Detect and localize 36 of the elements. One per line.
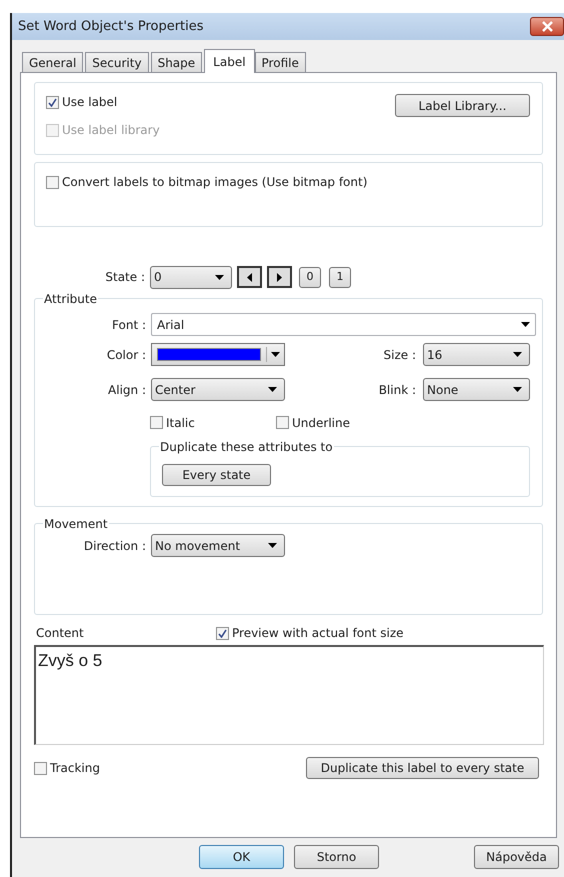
label-library-button[interactable]: Label Library... <box>395 94 530 117</box>
checkbox-label: Preview with actual font size <box>232 625 404 642</box>
direction-label: Direction : <box>82 538 146 554</box>
font-combo-box[interactable]: Arial <box>151 313 536 336</box>
dialog-button[interactable]: Storno <box>294 845 379 869</box>
tab[interactable]: Label <box>204 49 255 73</box>
checkbox-label: Italic <box>166 414 195 432</box>
size-dropdown[interactable]: 16 <box>423 343 530 366</box>
every-state-button[interactable]: Every state <box>162 464 271 486</box>
tab[interactable]: Shape <box>150 52 202 72</box>
direction-dropdown[interactable]: No movement <box>151 534 285 557</box>
align-label: Align : <box>107 382 146 398</box>
tab[interactable]: General <box>22 52 84 72</box>
checkbox-label: Convert labels to bitmap images (Use bitmap font) <box>62 174 368 191</box>
font-label: Font : <box>111 316 146 334</box>
window-title: Set Word Object's Properties <box>18 18 204 36</box>
dialog-button[interactable]: Nápověda <box>474 845 559 869</box>
checkbox-label: Underline <box>292 414 350 432</box>
tab[interactable]: Profile <box>254 52 306 72</box>
align-dropdown[interactable]: Center <box>151 378 285 401</box>
size-label: Size : <box>384 346 416 364</box>
state-number-button[interactable]: 1 <box>329 266 351 288</box>
dialog-button[interactable]: OK <box>199 845 284 869</box>
blink-label: Blink : <box>378 382 416 398</box>
checkbox-label: Use label <box>62 94 118 111</box>
duplicate-label-button[interactable]: Duplicate this label to every state <box>306 757 539 779</box>
checkbox-label: Tracking <box>50 760 100 777</box>
state-number-button[interactable]: 0 <box>299 266 321 288</box>
state-label: State : <box>104 269 145 286</box>
content-text-area[interactable]: Zvyš o 5 <box>34 645 544 745</box>
checkbox-label: Use label library <box>62 122 160 139</box>
color-label: Color : <box>106 346 146 364</box>
content-label: Content <box>36 625 84 642</box>
blink-dropdown[interactable]: None <box>423 378 530 401</box>
tab[interactable]: Security <box>85 52 149 72</box>
state-dropdown[interactable]: 0 <box>150 266 232 288</box>
